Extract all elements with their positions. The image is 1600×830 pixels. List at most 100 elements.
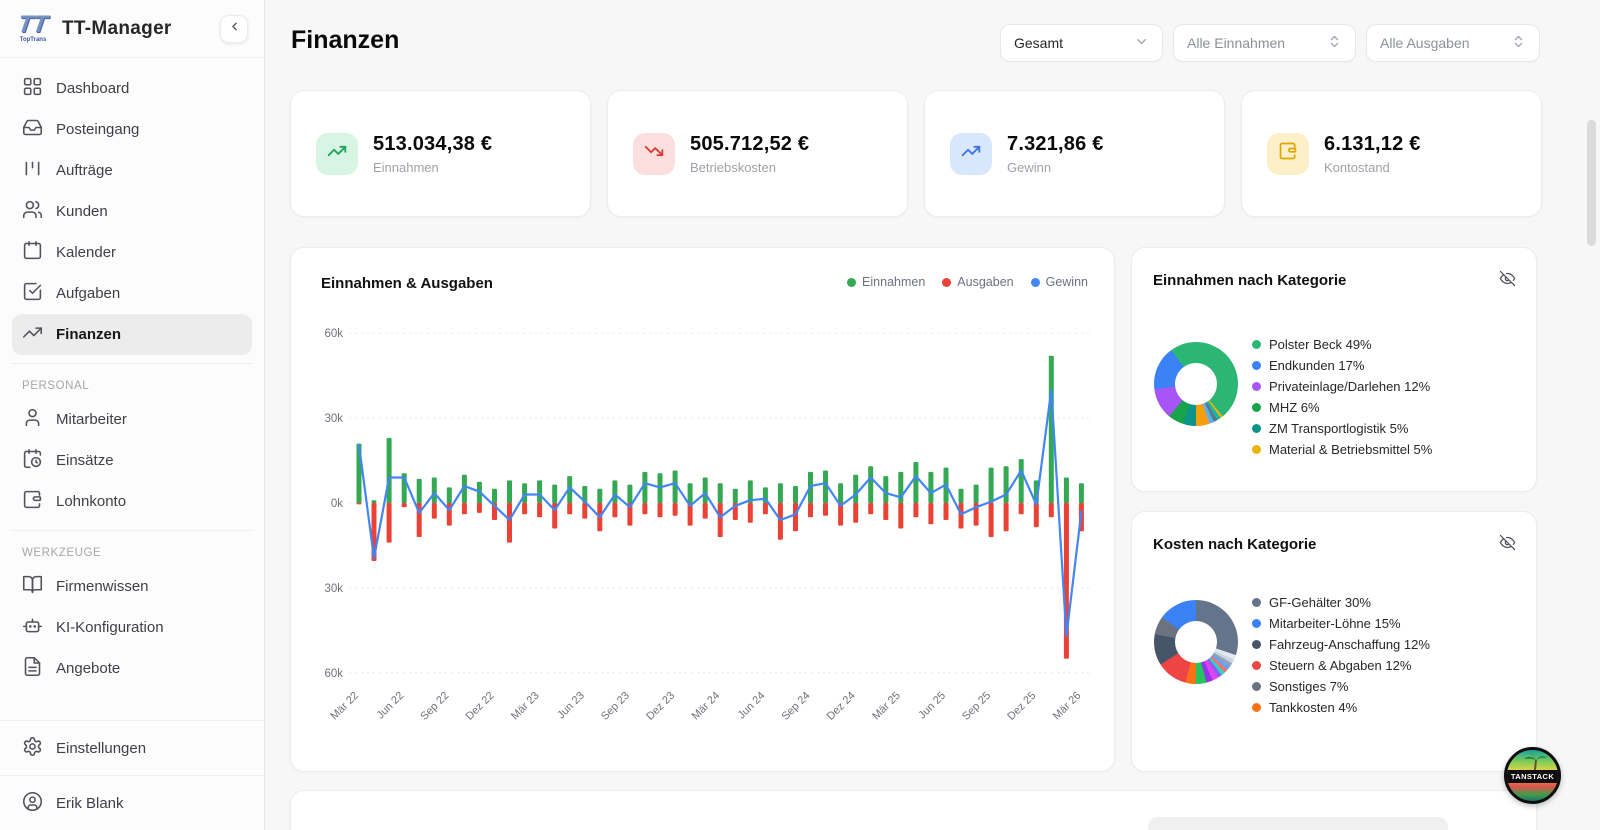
svg-text:60k: 60k (324, 328, 343, 340)
svg-text:Mär 26: Mär 26 (1051, 690, 1084, 723)
sidebar-item-einstellungen[interactable]: Einstellungen (12, 727, 252, 769)
sidebar-item-mitarbeiter[interactable]: Mitarbeiter (12, 399, 252, 440)
stat-icon-2 (950, 132, 992, 175)
sidebar-item-label: Aufgaben (56, 285, 121, 302)
file-text-icon (22, 656, 43, 681)
sidebar-item-ki-konfiguration[interactable]: KI-Konfiguration (12, 607, 252, 648)
legend-label: Einnahmen (862, 275, 926, 289)
sidebar-item-finanzen[interactable]: Finanzen (12, 314, 252, 355)
period-select-value: Gesamt (1014, 35, 1064, 51)
svg-text:Jun 22: Jun 22 (374, 690, 406, 722)
section-label-personal: PERSONAL (22, 380, 90, 392)
stat-value: 505.712,52 € (690, 132, 810, 155)
svg-text:Mär 23: Mär 23 (509, 690, 542, 723)
sidebar-brand: TT TopTrans TT-Manager (0, 0, 264, 58)
svg-text:Mär 22: Mär 22 (328, 690, 361, 723)
legend-item-gewinn[interactable]: Gewinn (1030, 275, 1088, 289)
legend-dot (1252, 661, 1261, 670)
sidebar-item-user-erik-blank[interactable]: Erik Blank (12, 782, 252, 824)
divider (10, 530, 254, 531)
legend-label: Fahrzeug-Anschaffung 12% (1269, 637, 1430, 652)
cost-categories-card: Kosten nach Kategorie GF-Gehälter 30% Mi… (1131, 511, 1537, 772)
period-select[interactable]: Gesamt (1000, 24, 1163, 62)
column-bars-icon (22, 158, 43, 183)
sidebar-collapse-button[interactable] (220, 15, 248, 43)
income-legend-item: MHZ 6% (1252, 397, 1432, 418)
sidebar-item-dashboard[interactable]: Dashboard (12, 68, 252, 109)
legend-dot (1252, 640, 1261, 649)
income-filter-select[interactable]: Alle Einnahmen (1173, 24, 1356, 62)
sidebar-item-kunden[interactable]: Kunden (12, 191, 252, 232)
finance-chart-svg: 60k 30k 0k 30k 60k Mär 22 Jun 22 Sep 22 Dez 22 Mä… (324, 328, 1093, 723)
legend-dot (1030, 277, 1040, 287)
svg-text:60k: 60k (324, 668, 343, 680)
income-filter-value: Alle Einnahmen (1187, 35, 1286, 51)
legend-label: Sonstiges 7% (1269, 679, 1349, 694)
stat-icon-1 (633, 132, 675, 175)
sidebar-item-angebote[interactable]: Angebote (12, 648, 252, 689)
sidebar-item-label: Lohnkonto (56, 493, 127, 510)
toggle-visibility-button[interactable] (1499, 270, 1516, 292)
legend-dot (1252, 340, 1261, 349)
legend-dot (942, 277, 952, 287)
legend-label: Gewinn (1045, 275, 1088, 289)
dashboard-grid-icon (22, 76, 43, 101)
eye-off-icon (1499, 270, 1516, 291)
income-categories-title: Einnahmen nach Kategorie (1153, 272, 1347, 289)
sidebar-item-label: Aufträge (56, 162, 113, 179)
sidebar-item-firmenwissen[interactable]: Firmenwissen (12, 566, 252, 607)
cost-legend-item: Fahrzeug-Anschaffung 12% (1252, 634, 1430, 655)
main-scrollbar-thumb[interactable] (1587, 120, 1596, 246)
section-label-werkzeuge: WERKZEUGE (22, 547, 102, 559)
sidebar-item-lohnkonto[interactable]: Lohnkonto (12, 481, 252, 522)
stat-card-gewinn: 7.321,86 € Gewinn (924, 90, 1225, 217)
sidebar-item-kalender[interactable]: Kalender (12, 232, 252, 273)
circle-user-icon (22, 791, 43, 816)
toggle-visibility-button[interactable] (1499, 534, 1516, 556)
logo-tt-text: TT (16, 11, 50, 39)
tanstack-devtools-button[interactable]: TANSTACK (1504, 747, 1561, 804)
svg-text:Jun 25: Jun 25 (916, 690, 948, 722)
svg-text:Dez 25: Dez 25 (1005, 690, 1038, 723)
calendar-clock-icon (22, 448, 43, 473)
income-legend-item: Polster Beck 49% (1252, 334, 1432, 355)
book-open-icon (22, 574, 43, 599)
main-content: Finanzen Gesamt Alle Einnahmen Alle Ausg… (266, 0, 1600, 830)
legend-item-einnahmen[interactable]: Einnahmen (847, 275, 925, 289)
cost-legend-item: Mitarbeiter-Löhne 15% (1252, 613, 1430, 634)
expense-filter-select[interactable]: Alle Ausgaben (1366, 24, 1540, 62)
svg-text:Dez 23: Dez 23 (644, 690, 677, 723)
stat-card-einnahmen: 513.034,38 € Einnahmen (290, 90, 591, 217)
check-square-icon (22, 281, 43, 306)
stat-icon-0 (316, 132, 358, 175)
income-legend-item: Material & Betriebsmittel 5% (1252, 439, 1432, 460)
chevrons-up-down-icon (1327, 34, 1342, 52)
users-icon (22, 199, 43, 224)
sidebar-item-auftraege[interactable]: Aufträge (12, 150, 252, 191)
cost-legend-item: Steuern & Abgaben 12% (1252, 655, 1430, 676)
trending-down-icon (644, 141, 664, 166)
chevron-down-icon (1134, 34, 1149, 52)
legend-label: ZM Transportlogistik 5% (1269, 421, 1409, 436)
sidebar-item-posteingang[interactable]: Posteingang (12, 109, 252, 150)
income-legend: Polster Beck 49% Endkunden 17% Privatein… (1252, 334, 1432, 460)
trending-up-icon (22, 322, 43, 347)
wallet-icon (22, 489, 43, 514)
finance-combo-chart: 60k 30k 0k 30k 60k Mär 22 Jun 22 Sep 22 Dez 22 Mä… (303, 308, 1103, 763)
legend-item-ausgaben[interactable]: Ausgaben (942, 275, 1014, 289)
sidebar-item-label: KI-Konfiguration (56, 619, 164, 636)
cost-legend-item: Sonstiges 7% (1252, 676, 1430, 697)
stat-label: Gewinn (1007, 159, 1052, 175)
stat-card-kontostand: 6.131,12 € Kontostand (1241, 90, 1542, 217)
sidebar-item-aufgaben[interactable]: Aufgaben (12, 273, 252, 314)
sidebar-item-label: Einsätze (56, 452, 114, 469)
sidebar-item-einsaetze[interactable]: Einsätze (12, 440, 252, 481)
svg-text:Dez 24: Dez 24 (825, 690, 858, 723)
filter-bar: Gesamt Alle Einnahmen Alle Ausgaben (1000, 24, 1540, 62)
next-section-control (1148, 817, 1448, 830)
chart-title: Einnahmen & Ausgaben (321, 275, 493, 292)
income-donut-chart (1154, 342, 1238, 426)
category-panels: Einnahmen nach Kategorie Polster Beck 49… (1131, 247, 1537, 772)
legend-dot (1252, 445, 1261, 454)
chart-legend: Einnahmen Ausgaben Gewinn (847, 275, 1088, 289)
